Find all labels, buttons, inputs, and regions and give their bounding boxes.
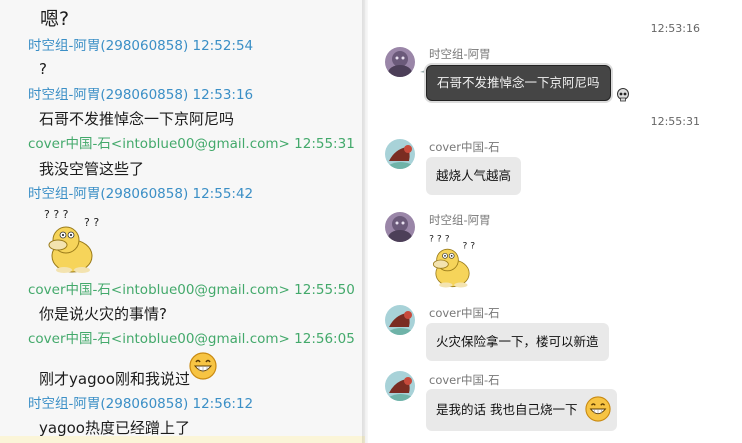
- log-message: 你是说火灾的事情?: [39, 305, 167, 323]
- sender-name: cover中国-石: [429, 373, 500, 387]
- skull-icon: [616, 87, 630, 106]
- sender-name: cover中国-石: [429, 306, 500, 320]
- grin-emoji-icon: [189, 352, 217, 380]
- log-header: cover中国-石<intoblue00@gmail.com> 12:55:50: [28, 282, 355, 298]
- avatar[interactable]: [385, 47, 415, 77]
- message-bubble[interactable]: 火灾保险拿一下，楼可以新造: [426, 323, 609, 361]
- svg-text:? ? ?: ? ? ?: [44, 208, 69, 221]
- log-message: 我没空管这些了: [39, 160, 145, 178]
- avatar[interactable]: [385, 139, 415, 169]
- message-bubble[interactable]: 越烧人气越高: [426, 157, 522, 195]
- log-message: ?: [39, 60, 47, 78]
- psyduck-confused-sticker: ? ? ? ? ?: [40, 204, 110, 280]
- log-message-fragment: 嗯?: [40, 8, 70, 30]
- chat-timestamp: 12:53:16: [650, 22, 700, 35]
- chat-log-panel: 嗯? 时空组-阿胃(298060858) 12:52:54 ? 时空组-阿胃(2…: [0, 0, 365, 443]
- sender-name: 时空组-阿胃: [429, 213, 491, 227]
- message-text: 是我的话 我也自己烧一下: [436, 402, 578, 417]
- log-message: 刚才yagoo刚和我说过: [39, 370, 190, 388]
- message-bubble[interactable]: 石哥不发推悼念一下京阿尼吗: [426, 65, 611, 101]
- psyduck-confused-sticker[interactable]: ? ? ? ? ?: [424, 230, 486, 294]
- log-header: 时空组-阿胃(298060858) 12:55:42: [28, 186, 254, 202]
- log-message: 石哥不发推悼念一下京阿尼吗: [39, 110, 235, 128]
- chat-bubble-panel: 12:53:16 时空组-阿胃 石哥不发推悼念一下京阿尼吗 12:55:31 c…: [368, 0, 742, 443]
- log-header: 时空组-阿胃(298060858) 12:52:54: [28, 38, 254, 54]
- log-header: 时空组-阿胃(298060858) 12:56:12: [28, 396, 254, 412]
- input-strip: [0, 436, 365, 443]
- sender-name: 时空组-阿胃: [429, 47, 491, 61]
- log-header: cover中国-石<intoblue00@gmail.com> 12:55:31: [28, 136, 355, 152]
- grin-emoji-icon: [585, 396, 611, 422]
- chat-timestamp: 12:55:31: [650, 115, 700, 128]
- log-header: cover中国-石<intoblue00@gmail.com> 12:56:05: [28, 331, 355, 347]
- avatar[interactable]: [385, 305, 415, 335]
- svg-text:? ?: ? ?: [463, 240, 476, 251]
- log-message: yagoo热度已经蹭上了: [39, 419, 190, 437]
- avatar[interactable]: [385, 371, 415, 401]
- sender-name: cover中国-石: [429, 140, 500, 154]
- svg-text:? ? ?: ? ? ?: [429, 234, 450, 245]
- avatar[interactable]: [385, 212, 415, 242]
- svg-text:? ?: ? ?: [84, 216, 99, 229]
- log-header: 时空组-阿胃(298060858) 12:53:16: [28, 87, 254, 103]
